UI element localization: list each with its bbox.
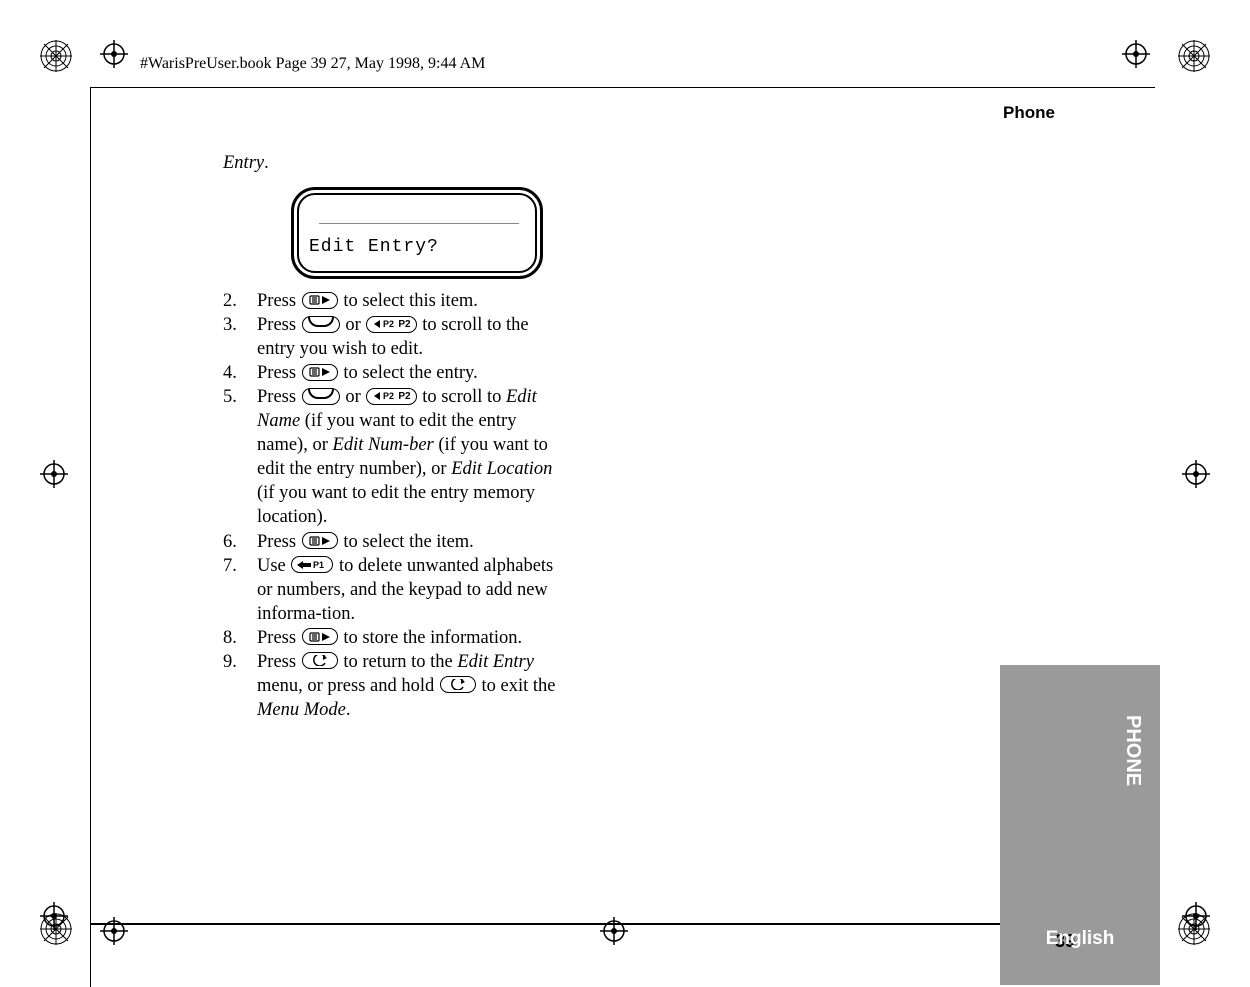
footer-rule	[90, 923, 1000, 925]
step-text: Use P1 to delete unwanted alphabets or n…	[257, 554, 568, 626]
svg-text:P2: P2	[383, 319, 394, 329]
page-root: #WarisPreUser.book Page 39 27, May 1998,…	[0, 0, 1250, 985]
content-frame: #WarisPreUser.book Page 39 27, May 1998,…	[90, 75, 1155, 975]
menu-select-key-icon	[302, 292, 338, 309]
crosshair-icon	[40, 460, 68, 488]
step-text: Press to store the information.	[257, 626, 568, 650]
footer-language: English	[1046, 928, 1115, 950]
scroll-key-icon	[302, 316, 340, 333]
svg-text:P1: P1	[313, 560, 324, 570]
step-text: Press to select the item.	[257, 530, 568, 554]
menu-select-key-icon	[302, 628, 338, 645]
footer-language-container: English	[1000, 925, 1160, 985]
lcd-illustration: Edit Entry?	[291, 187, 543, 279]
file-info-header: #WarisPreUser.book Page 39 27, May 1998,…	[138, 55, 487, 73]
step-text: Press or P2 to scroll to Edit Name (if y…	[257, 385, 568, 529]
registration-mark-icon	[1178, 40, 1210, 72]
instruction-step: 4.Press to select the entry.	[223, 361, 568, 385]
instruction-step: 3.Press or P2 to scroll to the entry you…	[223, 313, 568, 361]
step-text: Press or P2 to scroll to the entry you w…	[257, 313, 568, 361]
step-number: 5.	[223, 385, 257, 529]
step-number: 9.	[223, 650, 257, 722]
registration-mark-icon	[40, 40, 72, 72]
step-number: 7.	[223, 554, 257, 626]
step-text: Press to return to the Edit Entry menu, …	[257, 650, 568, 722]
step-text: Press to select this item.	[257, 289, 568, 313]
step-number: 3.	[223, 313, 257, 361]
crosshair-icon	[1182, 460, 1210, 488]
menu-select-key-icon	[302, 364, 338, 381]
crosshair-icon	[100, 40, 128, 68]
entry-word: Entry	[223, 153, 264, 173]
back-key-icon	[302, 652, 338, 669]
page-rule-top	[90, 87, 1155, 88]
instruction-step: 8.Press to store the information.	[223, 626, 568, 650]
page-rule-left	[90, 87, 91, 987]
svg-text:P2: P2	[383, 391, 394, 401]
step-number: 8.	[223, 626, 257, 650]
continuation-text: Entry.	[223, 151, 568, 175]
instruction-step: 6.Press to select the item.	[223, 530, 568, 554]
instruction-step: 2.Press to select this item.	[223, 289, 568, 313]
body-text: Entry. Edit Entry? 2.Press to select thi…	[223, 151, 568, 722]
section-tab-label: PHONE	[1121, 715, 1144, 786]
step-number: 4.	[223, 361, 257, 385]
instruction-step: 5.Press or P2 to scroll to Edit Name (if…	[223, 385, 568, 529]
crosshair-icon	[1182, 902, 1210, 930]
p2-key-icon: P2	[366, 316, 416, 333]
crosshair-icon	[40, 902, 68, 930]
crosshair-icon	[1122, 40, 1150, 68]
instruction-step: 9.Press to return to the Edit Entry menu…	[223, 650, 568, 722]
menu-select-key-icon	[302, 532, 338, 549]
instruction-step: 7.Use P1 to delete unwanted alphabets or…	[223, 554, 568, 626]
p2-key-icon: P2	[366, 388, 416, 405]
step-text: Press to select the entry.	[257, 361, 568, 385]
p1-delete-key-icon: P1	[291, 556, 333, 573]
lcd-text: Edit Entry?	[309, 236, 439, 259]
running-head: Phone	[1003, 103, 1055, 123]
back-key-icon	[440, 676, 476, 693]
step-number: 2.	[223, 289, 257, 313]
step-number: 6.	[223, 530, 257, 554]
scroll-key-icon	[302, 388, 340, 405]
instruction-list: 2.Press to select this item.3.Press or P…	[223, 289, 568, 722]
